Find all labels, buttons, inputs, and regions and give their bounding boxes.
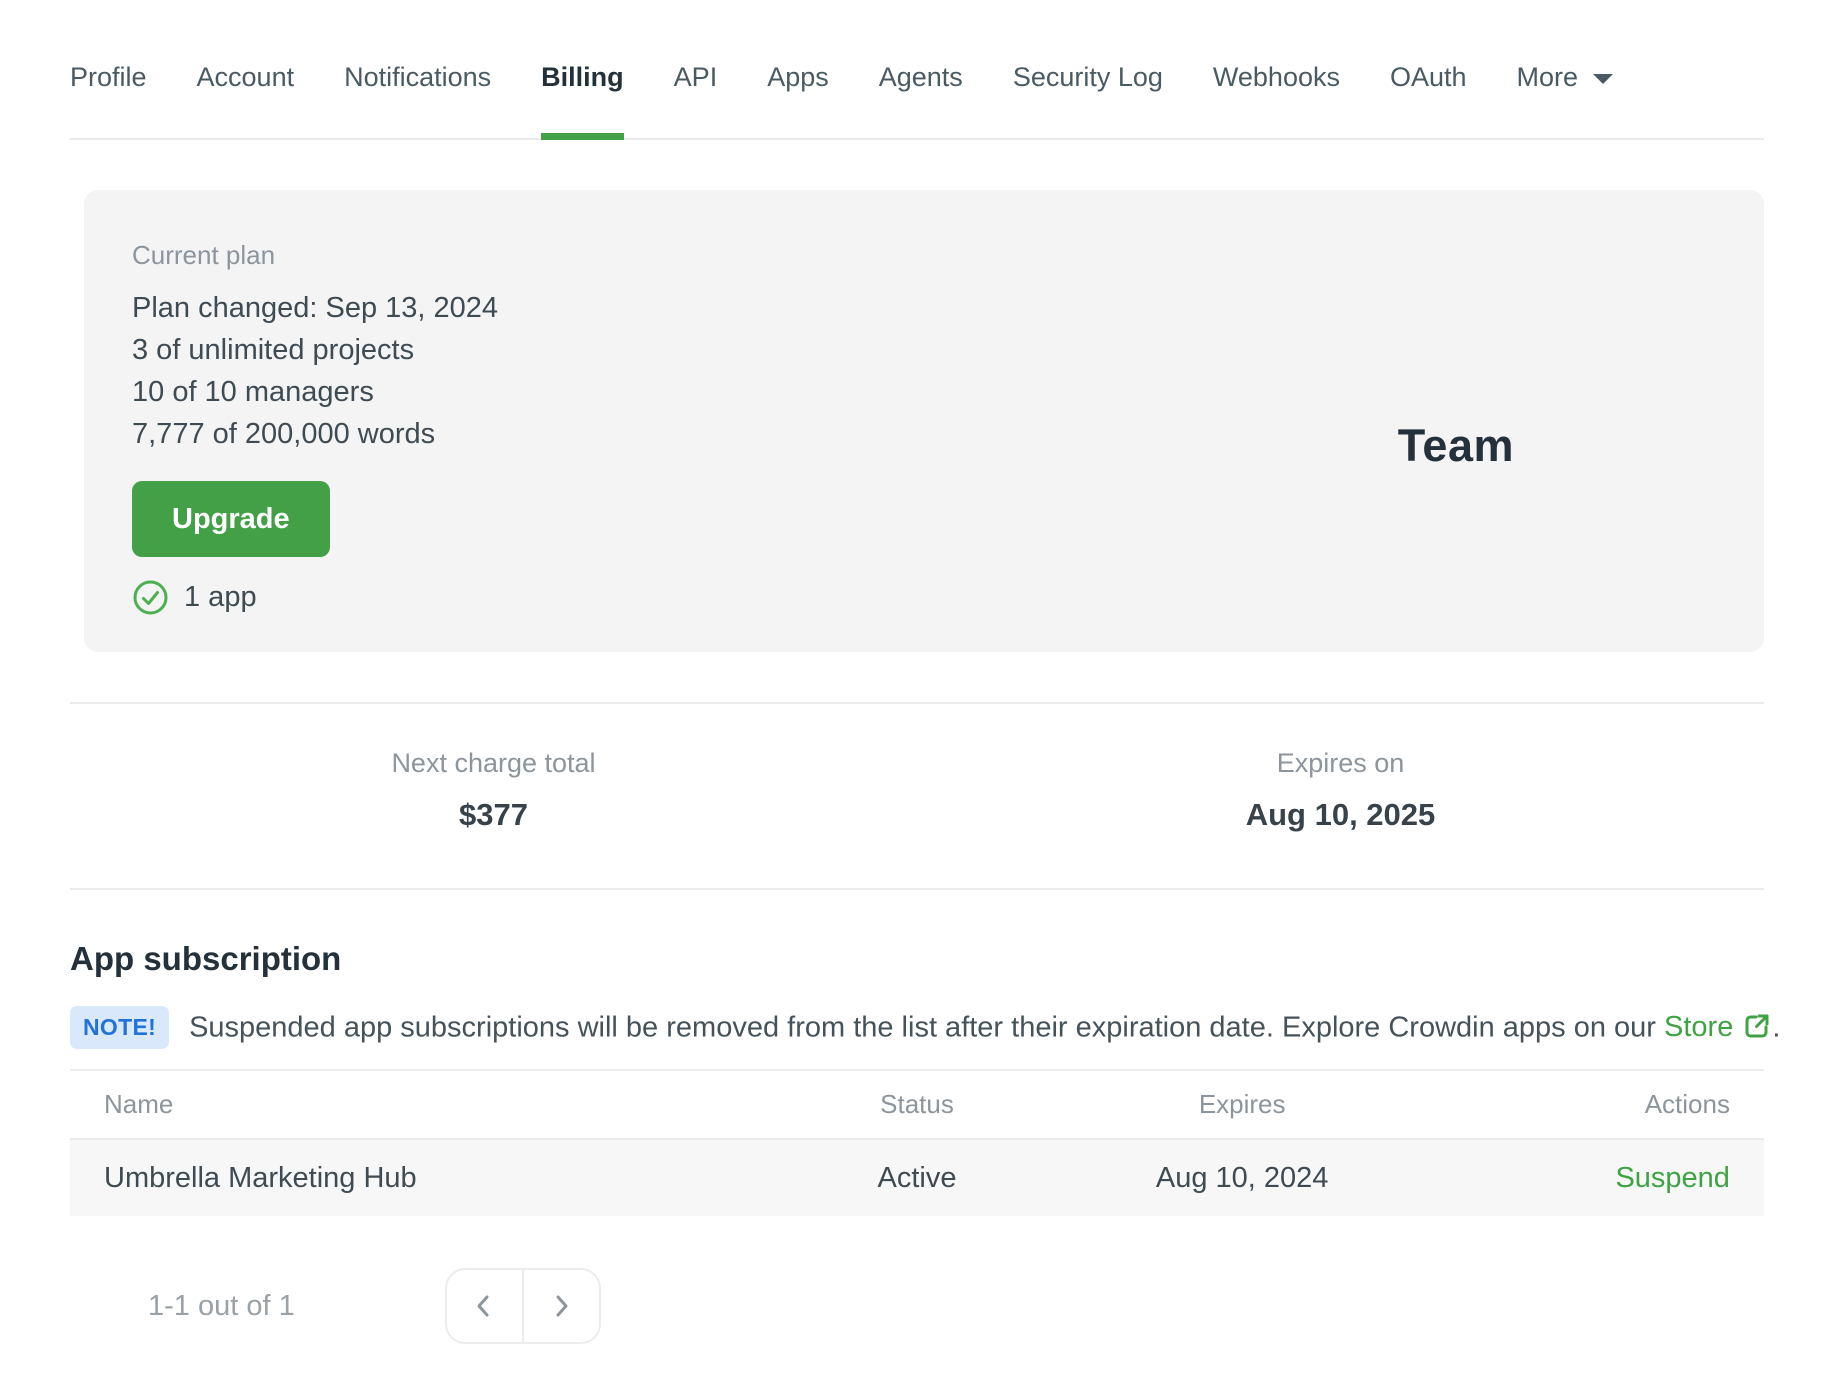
- current-plan-card: Current plan Plan changed: Sep 13, 2024 …: [84, 190, 1764, 652]
- note-text: Suspended app subscriptions will be remo…: [189, 1009, 1780, 1047]
- tab-profile[interactable]: Profile: [70, 60, 147, 138]
- tab-apps[interactable]: Apps: [767, 60, 829, 138]
- tab-account[interactable]: Account: [197, 60, 295, 138]
- next-charge-block: Next charge total $377: [70, 748, 917, 833]
- chevron-down-icon: [1591, 60, 1615, 94]
- apps-count-label: 1 app: [184, 581, 257, 613]
- billing-summary: Next charge total $377 Expires on Aug 10…: [70, 704, 1764, 888]
- words-usage-line: 7,777 of 200,000 words: [132, 418, 436, 450]
- projects-usage-line: 3 of unlimited projects: [132, 334, 415, 366]
- expires-on-block: Expires on Aug 10, 2025: [917, 748, 1764, 833]
- section-divider: [70, 888, 1764, 890]
- table-header-row: Name Status Expires Actions: [70, 1071, 1764, 1140]
- managers-usage-line: 10 of 10 managers: [132, 376, 374, 408]
- next-charge-value: $377: [459, 797, 528, 832]
- tab-agents[interactable]: Agents: [879, 60, 963, 138]
- next-page-button[interactable]: [522, 1268, 601, 1344]
- tab-security-log[interactable]: Security Log: [1013, 60, 1163, 138]
- plan-name-area: Team: [1398, 240, 1764, 652]
- settings-tab-bar: Profile Account Notifications Billing AP…: [70, 0, 1764, 140]
- column-header-expires: Expires: [1198, 1089, 1286, 1119]
- tab-billing[interactable]: Billing: [541, 60, 624, 140]
- apps-count-row: 1 app: [132, 579, 498, 616]
- pager-buttons: [444, 1268, 601, 1344]
- column-header-actions: Actions: [1644, 1089, 1730, 1119]
- chevron-right-icon: [548, 1293, 574, 1319]
- plan-changed-line: Plan changed: Sep 13, 2024: [132, 292, 499, 324]
- table-row: Umbrella Marketing Hub Active Aug 10, 20…: [70, 1140, 1764, 1216]
- suspend-link[interactable]: Suspend: [1615, 1162, 1730, 1194]
- subscription-actions: Suspend: [1405, 1162, 1730, 1195]
- store-link-label: Store: [1664, 1011, 1734, 1043]
- note-badge: NOTE!: [70, 1006, 170, 1049]
- column-header-status: Status: [880, 1089, 954, 1119]
- pagination-summary: 1-1 out of 1: [148, 1289, 295, 1322]
- tab-more[interactable]: More: [1517, 60, 1616, 138]
- subscription-name: Umbrella Marketing Hub: [104, 1161, 417, 1194]
- subscription-status: Active: [877, 1161, 957, 1194]
- upgrade-button[interactable]: Upgrade: [132, 481, 330, 557]
- tab-oauth[interactable]: OAuth: [1390, 60, 1467, 138]
- billing-settings-page: Profile Account Notifications Billing AP…: [0, 0, 1847, 1344]
- column-header-name: Name: [104, 1089, 174, 1119]
- expires-on-label: Expires on: [1276, 748, 1405, 778]
- note-row: NOTE! Suspended app subscriptions will b…: [70, 1006, 1780, 1049]
- app-subscriptions-table: Name Status Expires Actions Umbrella Mar…: [70, 1069, 1764, 1216]
- tab-api[interactable]: API: [674, 60, 718, 138]
- expires-on-value: Aug 10, 2025: [1245, 797, 1436, 832]
- plan-name: Team: [1397, 420, 1514, 471]
- note-message: Suspended app subscriptions will be remo…: [189, 1011, 1656, 1043]
- tab-webhooks[interactable]: Webhooks: [1213, 60, 1340, 138]
- next-charge-label: Next charge total: [391, 748, 596, 778]
- tab-more-label: More: [1516, 62, 1579, 92]
- chevron-left-icon: [471, 1293, 497, 1319]
- note-suffix: .: [1772, 1011, 1781, 1043]
- subscription-expires: Aug 10, 2024: [1155, 1161, 1329, 1194]
- external-link-icon: [1742, 1011, 1772, 1049]
- plan-details: Current plan Plan changed: Sep 13, 2024 …: [132, 240, 498, 652]
- check-circle-icon: [132, 579, 169, 616]
- current-plan-label: Current plan: [132, 240, 276, 270]
- pagination: 1-1 out of 1: [70, 1268, 1764, 1344]
- previous-page-button[interactable]: [444, 1268, 523, 1344]
- store-link[interactable]: Store: [1664, 1009, 1772, 1047]
- app-subscription-heading: App subscription: [70, 940, 342, 977]
- tab-notifications[interactable]: Notifications: [344, 60, 491, 138]
